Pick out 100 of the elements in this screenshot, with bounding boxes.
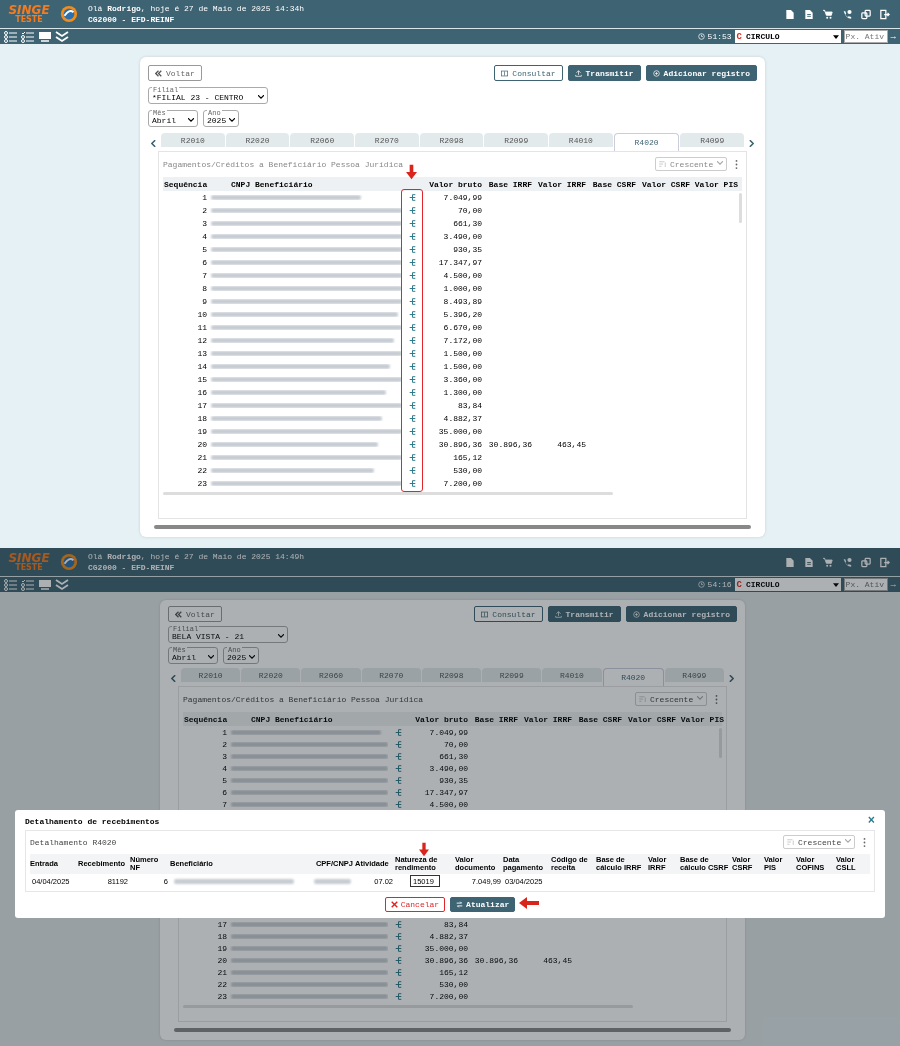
tab[interactable]: R2060	[301, 668, 361, 682]
hierarchy-icon[interactable]	[408, 454, 416, 461]
hierarchy-icon[interactable]	[408, 246, 416, 253]
tab[interactable]: R4010	[549, 133, 613, 147]
sort-select[interactable]: Crescente	[655, 157, 727, 171]
hierarchy-icon[interactable]	[394, 980, 402, 988]
hierarchy-icon[interactable]	[394, 944, 402, 952]
hierarchy-icon[interactable]	[394, 740, 402, 748]
tab[interactable]: R2060	[290, 133, 354, 147]
checklist-icon[interactable]	[4, 578, 18, 591]
add-button[interactable]: Adicionar registro	[625, 606, 737, 622]
phone-icon[interactable]	[842, 556, 852, 568]
cart-icon[interactable]	[823, 556, 833, 568]
tab[interactable]: R2098	[421, 668, 482, 682]
hierarchy-icon[interactable]	[408, 441, 416, 448]
hierarchy-icon[interactable]	[394, 800, 402, 808]
back-button[interactable]: Voltar	[148, 65, 202, 81]
hierarchy-icon[interactable]	[408, 194, 416, 201]
tab[interactable]: R2099	[484, 133, 549, 147]
tab[interactable]: R2020	[225, 133, 290, 147]
monitor-icon[interactable]	[38, 578, 52, 591]
hierarchy-icon[interactable]	[394, 764, 402, 772]
scrollbar[interactable]	[163, 492, 613, 495]
document-icon[interactable]	[804, 556, 814, 568]
phone-icon[interactable]	[842, 8, 852, 20]
close-button[interactable]: ×	[867, 816, 875, 826]
kebab-menu-icon[interactable]	[863, 837, 866, 847]
hierarchy-icon[interactable]	[394, 956, 402, 964]
hierarchy-icon[interactable]	[394, 788, 402, 796]
go-arrow[interactable]: →	[890, 31, 896, 42]
hierarchy-icon[interactable]	[408, 233, 416, 240]
tab[interactable]: R2010	[161, 133, 225, 147]
search-field[interactable]: Px. Ativ	[843, 578, 888, 591]
hierarchy-icon[interactable]	[394, 920, 402, 928]
hierarchy-icon[interactable]	[408, 376, 416, 383]
tab[interactable]: R2070	[355, 133, 419, 147]
list-icon[interactable]	[21, 30, 35, 43]
monitor-icon[interactable]	[38, 30, 52, 43]
tab[interactable]: R2070	[361, 668, 421, 682]
hierarchy-icon[interactable]	[408, 337, 416, 344]
back-button[interactable]: Voltar	[168, 606, 222, 622]
hierarchy-icon[interactable]	[408, 363, 416, 370]
copy-icon[interactable]	[861, 556, 871, 568]
scrollbar[interactable]	[739, 193, 742, 223]
tab[interactable]: R4010	[542, 668, 602, 682]
hierarchy-icon[interactable]	[408, 350, 416, 357]
document-icon[interactable]	[804, 8, 814, 20]
hierarchy-icon[interactable]	[394, 728, 402, 736]
hierarchy-icon[interactable]	[408, 298, 416, 305]
hierarchy-icon[interactable]	[394, 776, 402, 784]
consult-button[interactable]: Consultar	[494, 65, 563, 81]
tab[interactable]: R2098	[419, 133, 484, 147]
double-chevron-icon[interactable]	[55, 30, 69, 43]
kebab-menu-icon[interactable]	[735, 159, 738, 169]
hierarchy-icon[interactable]	[394, 968, 402, 976]
hierarchy-icon[interactable]	[394, 752, 402, 760]
refresh-button[interactable]: Atualizar	[450, 897, 516, 912]
tab[interactable]: R4020	[602, 668, 664, 686]
tab[interactable]: R4099	[664, 668, 724, 682]
list-icon[interactable]	[21, 578, 35, 591]
hierarchy-icon[interactable]	[408, 480, 416, 487]
exit-icon[interactable]	[880, 8, 890, 20]
hierarchy-icon[interactable]	[408, 324, 416, 331]
hierarchy-icon[interactable]	[394, 932, 402, 940]
hierarchy-icon[interactable]	[408, 415, 416, 422]
add-button[interactable]: Adicionar registro	[645, 65, 757, 81]
exit-icon[interactable]	[880, 556, 890, 568]
tab[interactable]: R4099	[680, 133, 745, 147]
hierarchy-icon[interactable]	[408, 220, 416, 227]
tab[interactable]: R2010	[181, 668, 241, 682]
scrollbar[interactable]	[174, 1028, 731, 1032]
hierarchy-icon[interactable]	[408, 285, 416, 292]
transmit-button[interactable]: Transmitir	[547, 606, 621, 622]
document-icon[interactable]	[785, 8, 795, 20]
hierarchy-icon[interactable]	[408, 428, 416, 435]
copy-icon[interactable]	[861, 8, 871, 20]
hierarchy-icon[interactable]	[408, 467, 416, 474]
tab[interactable]: R2020	[241, 668, 301, 682]
hierarchy-icon[interactable]	[408, 311, 416, 318]
sort-select[interactable]: Crescente	[783, 835, 855, 849]
hierarchy-icon[interactable]	[394, 992, 402, 1000]
document-icon[interactable]	[785, 556, 795, 568]
double-chevron-icon[interactable]	[55, 578, 69, 591]
transmit-button[interactable]: Transmitir	[567, 65, 641, 81]
chevron-right-icon[interactable]	[749, 140, 754, 147]
cancel-button[interactable]: Cancelar	[384, 897, 446, 912]
chevron-left-icon[interactable]	[171, 675, 176, 682]
checklist-icon[interactable]	[4, 30, 18, 43]
hierarchy-icon[interactable]	[408, 272, 416, 279]
sort-select[interactable]: Crescente	[635, 692, 707, 706]
tab[interactable]: R2099	[482, 668, 542, 682]
chevron-left-icon[interactable]	[151, 140, 156, 147]
company-select[interactable]: C CIRCULO	[734, 30, 841, 43]
consult-button[interactable]: Consultar	[474, 606, 543, 622]
hierarchy-icon[interactable]	[408, 207, 416, 214]
hierarchy-icon[interactable]	[408, 259, 416, 266]
company-select[interactable]: C CIRCULO	[734, 578, 841, 591]
hierarchy-icon[interactable]	[408, 402, 416, 409]
go-arrow[interactable]: →	[890, 579, 896, 590]
cart-icon[interactable]	[823, 8, 833, 20]
